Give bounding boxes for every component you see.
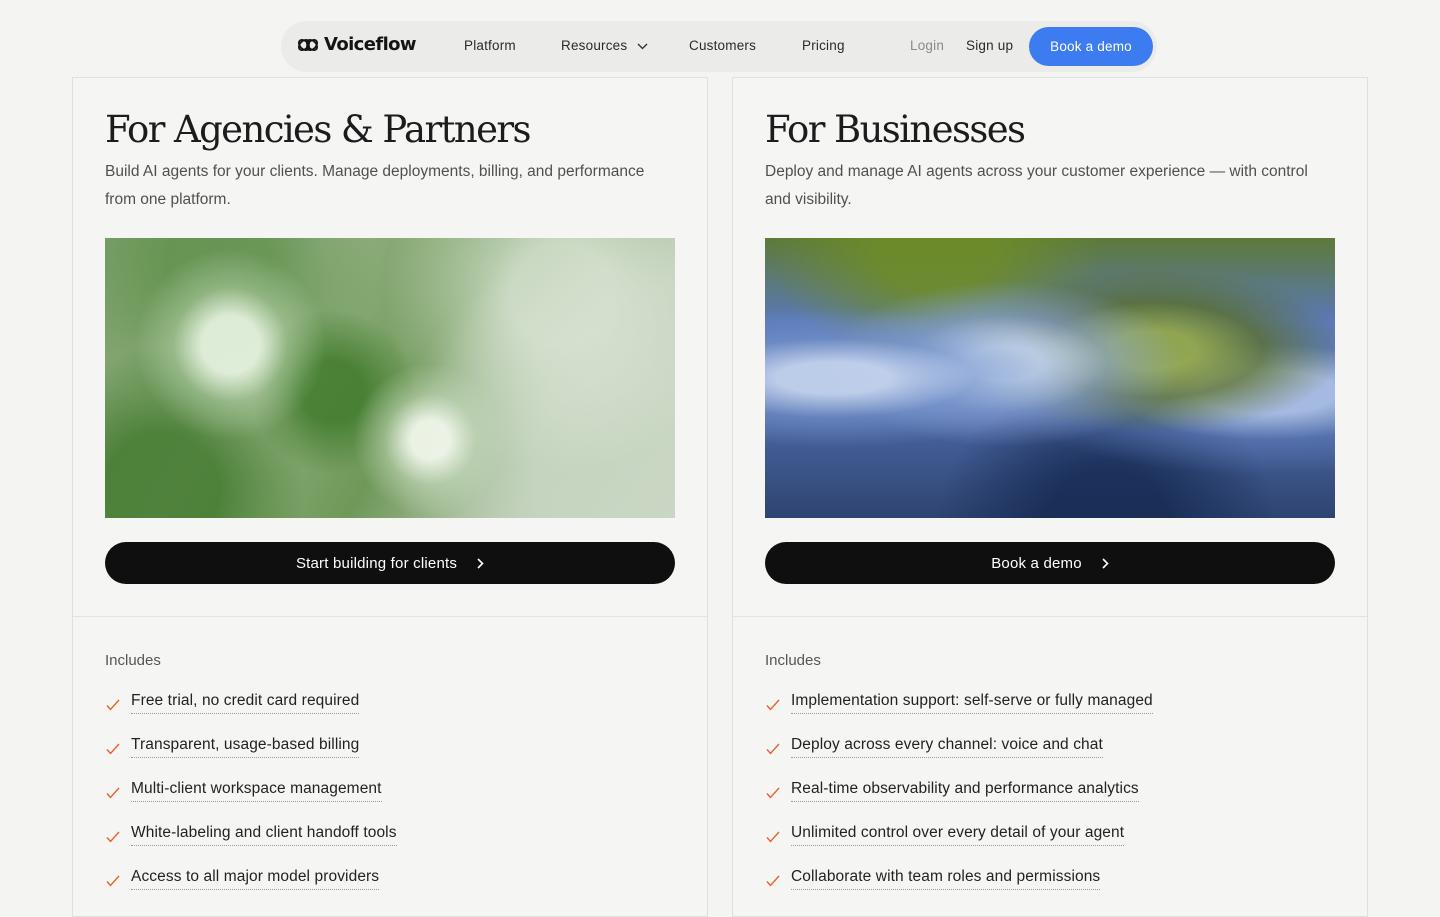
water-droplets-image	[105, 238, 675, 518]
feature-text: Deploy across every channel: voice and c…	[791, 736, 1103, 758]
logo-text: Voiceflow	[324, 34, 417, 55]
book-demo-button[interactable]: Book a demo	[1029, 27, 1153, 66]
divider	[733, 616, 1367, 617]
cta-label: Book a demo	[991, 554, 1082, 572]
chevron-right-icon	[1102, 557, 1109, 569]
check-icon	[766, 743, 780, 755]
agencies-card: For Agencies & Partners Build AI agents …	[72, 77, 708, 917]
card-description: Build AI agents for your clients. Manage…	[105, 163, 645, 208]
feature-text: White-labeling and client handoff tools	[131, 824, 397, 846]
divider	[73, 616, 707, 617]
list-item: Access to all major model providers	[105, 868, 397, 912]
feature-text: Transparent, usage-based billing	[131, 736, 360, 758]
voiceflow-logo-icon	[298, 38, 318, 51]
list-item: Implementation support: self-serve or fu…	[765, 692, 1153, 736]
list-item: Real-time observability and performance …	[765, 780, 1153, 824]
nav-link-pricing[interactable]: Pricing	[802, 38, 845, 53]
list-item: Collaborate with team roles and permissi…	[765, 868, 1153, 912]
cta-label: Start building for clients	[295, 554, 458, 572]
chevron-down-icon	[637, 43, 648, 50]
businesses-card: For Businesses Deploy and manage AI agen…	[732, 77, 1368, 917]
nav-link-customers[interactable]: Customers	[689, 38, 756, 53]
card-description: Deploy and manage AI agents across your …	[765, 163, 1308, 208]
card-title: For Businesses	[765, 108, 1026, 151]
book-demo-cta-button[interactable]: Book a demo	[765, 542, 1335, 584]
feature-list: Implementation support: self-serve or fu…	[765, 692, 1153, 912]
list-item: Deploy across every channel: voice and c…	[765, 736, 1153, 780]
nav-link-platform[interactable]: Platform	[464, 38, 516, 53]
list-item: Transparent, usage-based billing	[105, 736, 397, 780]
list-item: Free trial, no credit card required	[105, 692, 397, 736]
nav-link-resources[interactable]: Resources	[561, 38, 648, 53]
check-icon	[766, 831, 780, 843]
check-icon	[766, 787, 780, 799]
card-title: For Agencies & Partners	[105, 108, 531, 151]
check-icon	[106, 875, 120, 887]
check-icon	[106, 743, 120, 755]
includes-label: Includes	[765, 652, 821, 669]
top-navigation: Voiceflow Platform Resources Customers P…	[281, 21, 1157, 72]
list-item: White-labeling and client handoff tools	[105, 824, 397, 868]
feature-text: Free trial, no credit card required	[131, 692, 360, 714]
check-icon	[106, 699, 120, 711]
feature-list: Free trial, no credit card required Tran…	[105, 692, 397, 912]
feature-text: Multi-client workspace management	[131, 780, 382, 802]
check-icon	[766, 875, 780, 887]
nav-link-resources-label: Resources	[561, 38, 628, 53]
list-item: Unlimited control over every detail of y…	[765, 824, 1153, 868]
feature-text: Collaborate with team roles and permissi…	[791, 868, 1101, 890]
check-icon	[106, 831, 120, 843]
chevron-right-icon	[477, 557, 484, 569]
feature-text: Unlimited control over every detail of y…	[791, 824, 1125, 846]
list-item: Multi-client workspace management	[105, 780, 397, 824]
includes-label: Includes	[105, 652, 161, 669]
start-building-button[interactable]: Start building for clients	[105, 542, 675, 584]
nav-link-login[interactable]: Login	[910, 38, 944, 53]
check-icon	[766, 699, 780, 711]
feature-text: Implementation support: self-serve or fu…	[791, 692, 1153, 714]
nav-link-signup[interactable]: Sign up	[966, 38, 1013, 53]
feature-text: Real-time observability and performance …	[791, 780, 1139, 802]
voiceflow-logo[interactable]: Voiceflow	[296, 34, 417, 55]
feature-text: Access to all major model providers	[131, 868, 380, 890]
water-reflection-image	[765, 238, 1335, 518]
check-icon	[106, 787, 120, 799]
